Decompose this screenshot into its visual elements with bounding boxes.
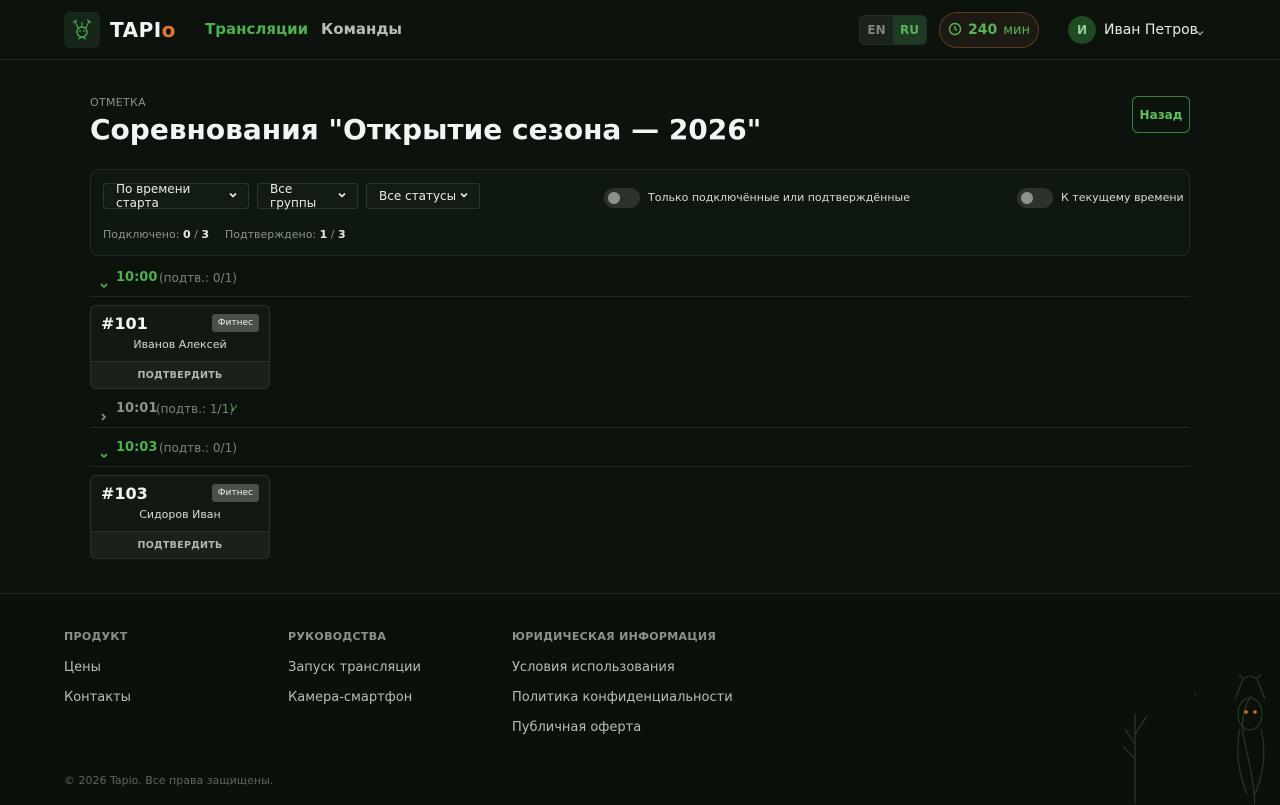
confirmed-stat: Подтверждено: 1 / 3 (224, 228, 346, 241)
chevron-down-icon (459, 189, 469, 203)
minutes-value: 240 (968, 22, 998, 38)
footer-col-guides: РУКОВОДСТВА Запуск трансляции Камера-сма… (288, 630, 421, 705)
chevron-down-icon (99, 276, 109, 295)
category-badge: Фитнес (211, 314, 259, 332)
participant-card: #103 Фитнес Сидоров Иван ПОДТВЕРДИТЬ (90, 475, 270, 559)
page-title: Соревнования "Открытие сезона — 2026" (90, 113, 762, 146)
lang-en[interactable]: EN (860, 16, 893, 44)
back-button[interactable]: Назад (1132, 96, 1190, 133)
footer-col-product: ПРОДУКТ Цены Контакты (64, 630, 131, 705)
clock-icon (948, 21, 962, 40)
status-select-value: Все статусы (379, 189, 457, 203)
slot-time: 10:00 (116, 270, 158, 285)
minutes-balance[interactable]: 240 мин (939, 12, 1039, 48)
chevron-down-icon (228, 189, 238, 203)
footer-heading: ЮРИДИЧЕСКАЯ ИНФОРМАЦИЯ (512, 630, 717, 643)
filter-panel: По времени старта Все группы Все статусы… (90, 169, 1190, 256)
time-slot-1003[interactable]: 10:03 (подтв.: 0/1) (90, 435, 1190, 467)
chevron-down-icon (337, 189, 347, 203)
copyright: © 2026 Tapio. Все права защищены. (64, 774, 274, 787)
participant-name: Сидоров Иван (139, 508, 221, 521)
slot-time: 10:01 (116, 401, 158, 416)
group-select[interactable]: Все группы (257, 182, 358, 210)
language-switch: EN RU (859, 15, 927, 45)
nav-teams[interactable]: Команды (321, 20, 402, 38)
footer-link-contacts[interactable]: Контакты (64, 690, 131, 705)
footer-link-privacy[interactable]: Политика конфиденциальности (512, 690, 733, 705)
connected-only-label: Только подключённые или подтверждённые (648, 191, 911, 204)
slot-summary: (подтв.: 1/1) (156, 402, 234, 416)
chevron-down-icon[interactable] (1195, 23, 1205, 42)
slot-summary: (подтв.: 0/1) (159, 271, 237, 285)
footer-link-broadcast-guide[interactable]: Запуск трансляции (288, 660, 421, 675)
logo-icon[interactable] (64, 12, 100, 48)
time-slot-1001[interactable]: 10:01 (подтв.: 1/1) ✓ (90, 396, 1190, 428)
scroll-to-now-toggle[interactable] (1017, 188, 1053, 208)
status-select[interactable]: Все статусы (366, 183, 480, 209)
logo-text[interactable]: TAPIo (110, 18, 176, 42)
confirm-button[interactable]: ПОДТВЕРДИТЬ (91, 531, 269, 558)
group-select-value: Все группы (270, 182, 317, 210)
nav-broadcasts[interactable]: Трансляции (205, 20, 308, 38)
check-icon: ✓ (230, 402, 240, 415)
avatar[interactable]: И (1068, 16, 1096, 44)
participant-name: Иванов Алексей (133, 338, 227, 351)
bib-number: #103 (101, 484, 148, 503)
participant-card: #101 Фитнес Иванов Алексей ПОДТВЕРДИТЬ (90, 305, 270, 389)
bib-number: #101 (101, 314, 148, 333)
slot-time: 10:03 (116, 440, 158, 455)
category-badge: Фитнес (211, 484, 259, 502)
footer-link-prices[interactable]: Цены (64, 660, 131, 675)
minutes-unit: мин (1003, 22, 1030, 38)
stats-row: Подключено: 0 / 3 Подтверждено: 1 / 3 (103, 228, 346, 241)
confirm-button[interactable]: ПОДТВЕРДИТЬ (91, 361, 269, 388)
chevron-right-icon (99, 407, 109, 426)
forest-creature-illustration (1115, 673, 1280, 805)
footer-heading: РУКОВОДСТВА (288, 630, 387, 643)
slot-summary: (подтв.: 0/1) (159, 441, 237, 455)
chevron-down-icon (99, 446, 109, 465)
footer-link-phone-camera[interactable]: Камера-смартфон (288, 690, 421, 705)
user-name[interactable]: Иван Петров (1104, 22, 1198, 38)
sort-select-value: По времени старта (116, 182, 191, 210)
footer-col-legal: ЮРИДИЧЕСКАЯ ИНФОРМАЦИЯ Условия использов… (512, 630, 733, 735)
lang-ru[interactable]: RU (893, 16, 926, 44)
footer-link-offer[interactable]: Публичная оферта (512, 720, 733, 735)
page-eyebrow: ОТМЕТКА (90, 96, 146, 109)
top-header: TAPIo Трансляции Команды EN RU 240 мин И… (0, 0, 1280, 60)
time-slot-1000[interactable]: 10:00 (подтв.: 0/1) (90, 265, 1190, 297)
footer-heading: ПРОДУКТ (64, 630, 128, 643)
footer: ПРОДУКТ Цены Контакты РУКОВОДСТВА Запуск… (0, 593, 1280, 805)
footer-link-terms[interactable]: Условия использования (512, 660, 733, 675)
connected-stat: Подключено: 0 / 3 (103, 228, 209, 241)
scroll-to-now-label: К текущему времени (1061, 191, 1184, 204)
connected-only-toggle[interactable] (604, 188, 640, 208)
sort-select[interactable]: По времени старта (103, 182, 249, 210)
